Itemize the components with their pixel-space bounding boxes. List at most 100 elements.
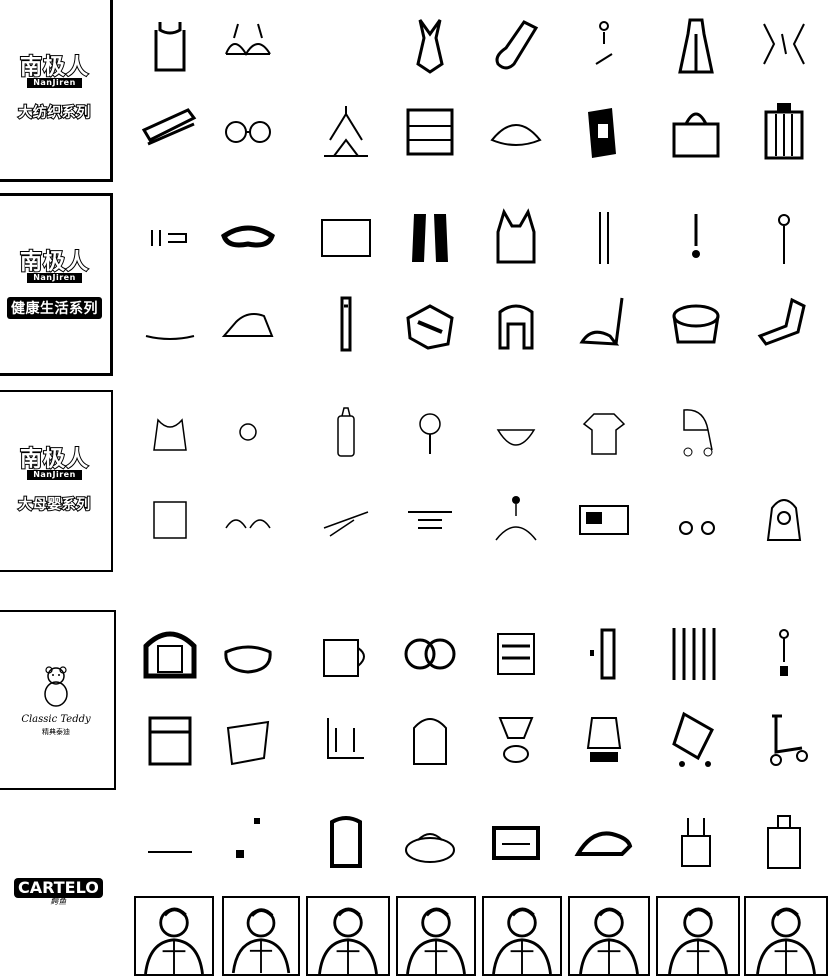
shoe-tray-icon bbox=[138, 810, 202, 874]
folded-clothes-icon bbox=[398, 100, 462, 164]
flashlight-icon bbox=[572, 622, 636, 686]
model-photo-8 bbox=[744, 896, 828, 976]
series-label: 大纺织系列 bbox=[17, 104, 91, 122]
thermometer-icon bbox=[664, 206, 728, 270]
logo-text-en: NanJiren bbox=[27, 272, 82, 283]
toothbrush-set-icon bbox=[664, 622, 728, 686]
tablet-icon bbox=[314, 206, 378, 270]
wand-icon bbox=[752, 206, 816, 270]
dress-icon bbox=[664, 14, 728, 78]
model-photo-1 bbox=[134, 896, 214, 976]
kids-bike-icon bbox=[572, 708, 636, 772]
model-photo-2 bbox=[222, 896, 300, 976]
earring-icon bbox=[572, 14, 636, 78]
logo-text-cn: 南极人 bbox=[19, 55, 89, 81]
brand-panel-classic-teddy: Classic Teddy 精典泰迪 bbox=[0, 610, 116, 790]
eye-mask-icon bbox=[216, 206, 280, 270]
backpack-icon bbox=[398, 708, 462, 772]
series-label: 大母婴系列 bbox=[17, 496, 91, 514]
foot-massager-icon bbox=[398, 292, 462, 356]
massage-chair-icon bbox=[484, 292, 548, 356]
storage-box-icon bbox=[138, 708, 202, 772]
model-photo-4 bbox=[396, 896, 476, 976]
brand-panel-nanjiren-living: 南极人 NanJiren 健康生活系列 bbox=[0, 193, 113, 376]
nanjiren-logo: 南极人 NanJiren bbox=[19, 249, 89, 283]
card-holder-icon bbox=[484, 810, 548, 874]
charger-icon bbox=[138, 206, 202, 270]
belt-icon bbox=[572, 100, 636, 164]
hat-icon bbox=[484, 100, 548, 164]
recliner-icon bbox=[752, 292, 816, 356]
glasses-icon bbox=[216, 100, 280, 164]
baby-bottle-icon bbox=[314, 400, 378, 464]
swimsuit-icon bbox=[398, 14, 462, 78]
leather-shoes-icon bbox=[572, 810, 636, 874]
nanjiren-logo: 南极人 NanJiren bbox=[19, 447, 89, 480]
logo-text-cn: 南极人 bbox=[19, 447, 89, 473]
brand-panel-nanjiren-mother: 南极人 NanJiren 大母婴系列 bbox=[0, 390, 113, 572]
baby-clothes-icon bbox=[572, 400, 636, 464]
tote-bag-icon bbox=[664, 810, 728, 874]
paper-bag-icon bbox=[216, 708, 280, 772]
baby-bowl-icon bbox=[484, 400, 548, 464]
nanjiren-logo: 南极人 NanJiren bbox=[19, 55, 89, 88]
wallet-icon bbox=[314, 810, 378, 874]
baby-towel-icon bbox=[138, 488, 202, 552]
chopsticks-icon bbox=[572, 206, 636, 270]
mug-icon bbox=[314, 622, 378, 686]
bib-icon bbox=[138, 400, 202, 464]
cookies-icon bbox=[398, 622, 462, 686]
cartelo-sub-text: 鳄鱼 bbox=[50, 897, 67, 906]
robot-toy-icon bbox=[484, 708, 548, 772]
foot-spa-icon bbox=[664, 292, 728, 356]
massager-icon bbox=[398, 206, 462, 270]
model-photo-7 bbox=[656, 896, 740, 976]
vacuum-icon bbox=[572, 292, 636, 356]
rattle-icon bbox=[398, 400, 462, 464]
model-photo-6 bbox=[568, 896, 650, 976]
baby-blanket-icon bbox=[572, 488, 636, 552]
vest-icon bbox=[484, 206, 548, 270]
bra-icon bbox=[216, 14, 280, 78]
crib-mobile-icon bbox=[484, 488, 548, 552]
stroller-icon bbox=[664, 400, 728, 464]
scarf-icon bbox=[138, 100, 202, 164]
pendant-icon bbox=[216, 810, 280, 874]
handbag-icon bbox=[664, 100, 728, 164]
logo-text-cn: 南极人 bbox=[19, 249, 89, 275]
keychain-icon bbox=[752, 622, 816, 686]
luggage-icon bbox=[752, 100, 816, 164]
mat-icon bbox=[138, 292, 202, 356]
teddy-script-text: Classic Teddy bbox=[21, 713, 91, 725]
scooter-toy-icon bbox=[664, 708, 728, 772]
tank-top-icon bbox=[138, 14, 202, 78]
container-icon bbox=[484, 622, 548, 686]
brand-logo-cartelo: CARTELO 鳄鱼 bbox=[14, 877, 103, 907]
lamp-icon bbox=[314, 100, 378, 164]
baby-scale-icon bbox=[314, 488, 378, 552]
brand-panel-nanjiren-textile: 南极人 NanJiren 大纺织系列 bbox=[0, 0, 113, 182]
model-photo-5 bbox=[482, 896, 562, 976]
pacifier-icon bbox=[216, 400, 280, 464]
trolley-icon bbox=[314, 708, 378, 772]
toy-car-icon bbox=[664, 488, 728, 552]
cartelo-logo-text: CARTELO bbox=[14, 877, 103, 899]
baby-shoes-icon bbox=[216, 488, 280, 552]
teddy-small-text: 精典泰迪 bbox=[42, 727, 70, 736]
logo-text-en: NanJiren bbox=[27, 470, 82, 480]
hair-accessory-icon bbox=[752, 14, 816, 78]
model-photo-3 bbox=[306, 896, 390, 976]
teddy-bear-logo-icon bbox=[44, 665, 68, 707]
cushion-icon bbox=[216, 622, 280, 686]
suitcase-icon bbox=[752, 810, 816, 874]
series-label: 健康生活系列 bbox=[7, 296, 102, 319]
shoulder-bag-icon bbox=[398, 810, 462, 874]
electric-toothbrush-icon bbox=[314, 292, 378, 356]
logo-text-en: NanJiren bbox=[27, 78, 82, 88]
baby-bath-icon bbox=[398, 488, 462, 552]
iron-icon bbox=[216, 292, 280, 356]
kick-scooter-icon bbox=[752, 708, 816, 772]
baby-carrier-icon bbox=[752, 488, 816, 552]
photo-frame-icon bbox=[138, 622, 202, 686]
sock-icon bbox=[484, 14, 548, 78]
